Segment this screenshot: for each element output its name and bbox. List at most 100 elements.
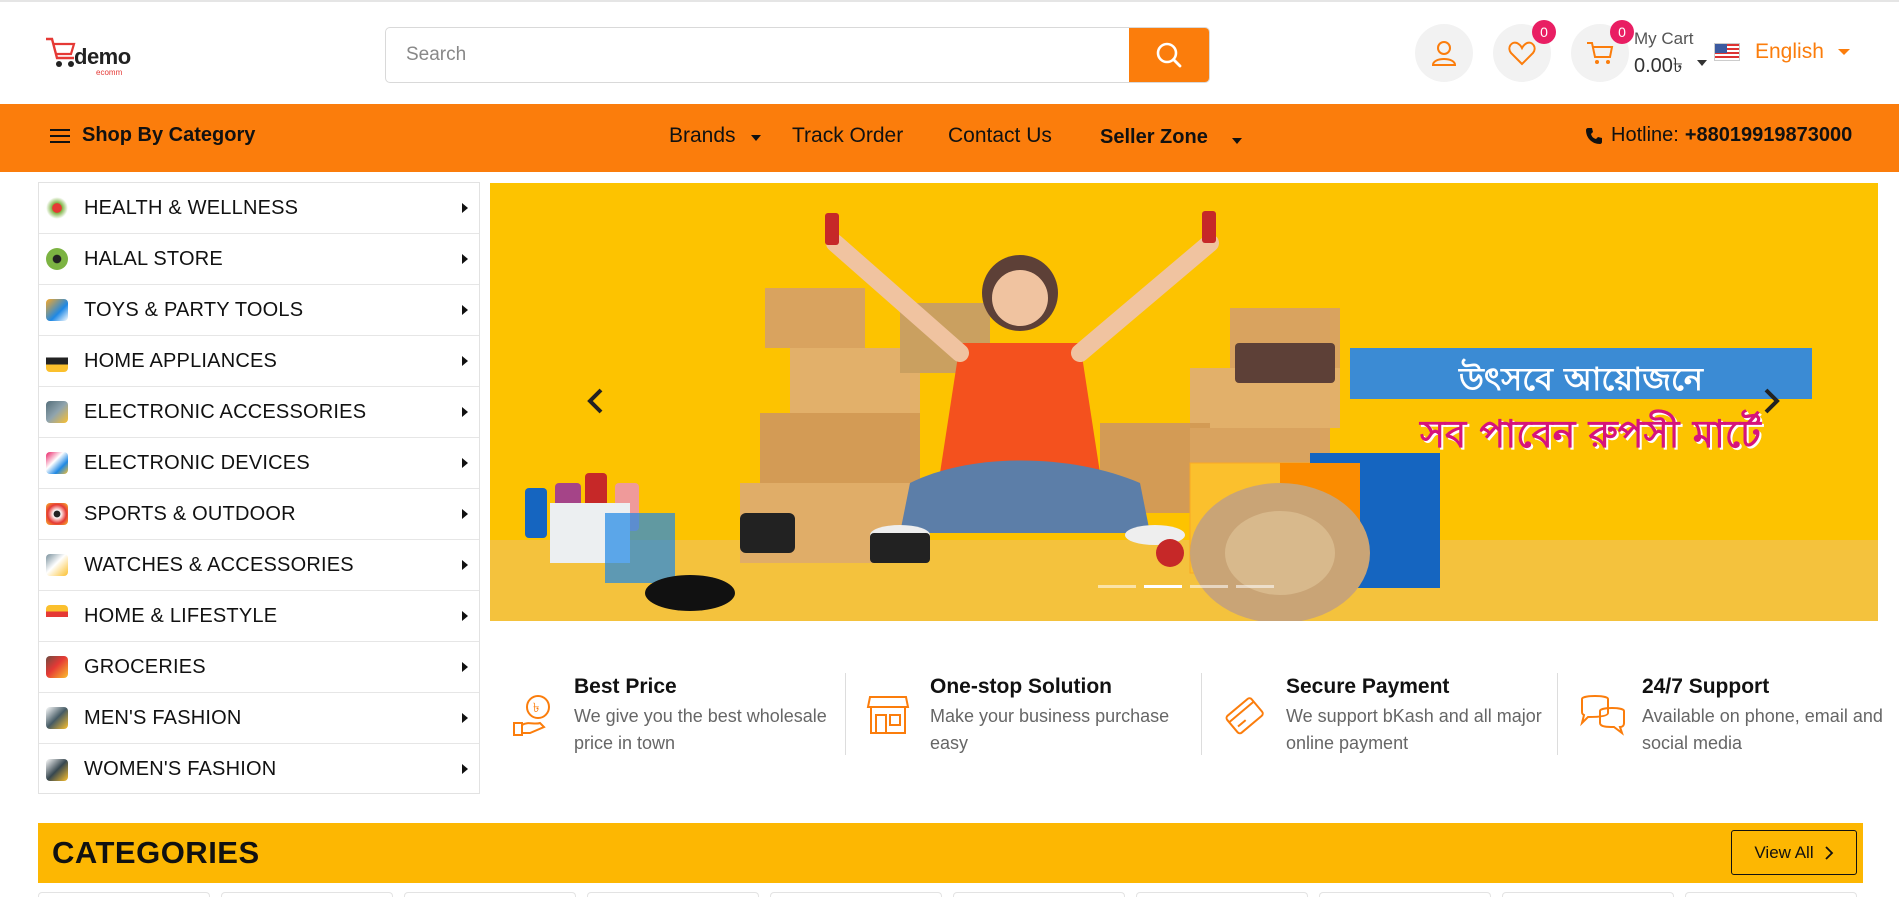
sidebar-item-label: HALAL STORE	[84, 247, 223, 270]
search-button[interactable]	[1129, 28, 1209, 82]
sidebar-item-label: SPORTS & OUTDOOR	[84, 502, 296, 525]
carousel-dot-3[interactable]	[1190, 585, 1228, 588]
category-card[interactable]	[1502, 892, 1674, 897]
banner-headline-box: উৎসবে আয়োজনে	[1350, 348, 1812, 399]
svg-text:৳: ৳	[533, 701, 539, 716]
cart-summary[interactable]: My Cart 0.00৳	[1634, 29, 1694, 84]
cart-icon	[1587, 42, 1614, 64]
cart-count-badge: 0	[1610, 20, 1634, 44]
hamburger-icon	[50, 128, 70, 143]
sidebar-item-label: WATCHES & ACCESSORIES	[84, 553, 354, 576]
feature-title: Secure Payment	[1286, 675, 1450, 698]
view-all-button[interactable]: View All	[1731, 830, 1857, 875]
nav-track-order[interactable]: Track Order	[792, 124, 903, 148]
feature-title: 24/7 Support	[1642, 675, 1770, 698]
feature-secure-payment: Secure Payment We support bKash and all …	[1202, 665, 1558, 755]
sidebar-item-sports-outdoor[interactable]: SPORTS & OUTDOOR	[39, 489, 479, 540]
cart-dropdown-caret[interactable]	[1697, 60, 1707, 66]
carousel-dot-1[interactable]	[1098, 585, 1136, 588]
chevron-right-icon	[462, 662, 468, 672]
nav-seller-zone[interactable]: Seller Zone	[1100, 126, 1208, 149]
category-card[interactable]	[404, 892, 576, 897]
category-card[interactable]	[1319, 892, 1491, 897]
site-logo[interactable]: demo ecomm	[44, 34, 144, 77]
sidebar-item-label: GROCERIES	[84, 655, 206, 678]
category-card[interactable]	[1136, 892, 1308, 897]
sidebar-item-label: HEALTH & WELLNESS	[84, 196, 299, 219]
carousel-prev-button[interactable]	[585, 388, 607, 419]
search-bar	[385, 27, 1210, 83]
category-card[interactable]	[953, 892, 1125, 897]
chevron-right-icon	[1824, 845, 1833, 860]
heart-icon	[1508, 41, 1536, 66]
hero-banner[interactable]: উৎসবে আয়োজনে সব পাবেন রুপসী মার্টে	[490, 183, 1878, 621]
categories-title: CATEGORIES	[52, 835, 260, 870]
feature-description: We support bKash and all major online pa…	[1286, 706, 1542, 753]
groceries-icon	[46, 656, 68, 678]
user-icon	[1431, 41, 1457, 66]
devices-icon	[46, 452, 68, 474]
chevron-right-icon	[462, 407, 468, 417]
sidebar-item-electronic-accessories[interactable]: ELECTRONIC ACCESSORIES	[39, 387, 479, 438]
chevron-right-icon	[462, 611, 468, 621]
toys-icon	[46, 299, 68, 321]
banner-headline: উৎসবে আয়োজনে	[1459, 360, 1703, 398]
shop-by-category-button[interactable]: Shop By Category	[50, 124, 255, 147]
chat-icon	[1580, 695, 1625, 736]
feature-support: 24/7 Support Available on phone, email a…	[1558, 665, 1899, 755]
cart-amount: 0.00৳	[1634, 55, 1683, 77]
category-card[interactable]	[770, 892, 942, 897]
hotline-number[interactable]: +88019919873000	[1685, 124, 1852, 147]
language-selector[interactable]: English	[1714, 40, 1850, 64]
category-card[interactable]	[587, 892, 759, 897]
carousel-next-button[interactable]	[1760, 388, 1782, 419]
categories-header: CATEGORIES View All	[38, 823, 1863, 883]
sidebar-item-halal-store[interactable]: HALAL STORE	[39, 234, 479, 285]
feature-title: Best Price	[574, 675, 677, 698]
banner-subheadline: সব পাবেন রুপসী মার্টে	[1420, 412, 1761, 456]
sidebar-item-home-lifestyle[interactable]: HOME & LIFESTYLE	[39, 591, 479, 642]
chevron-right-icon	[462, 254, 468, 264]
chevron-right-icon	[462, 713, 468, 723]
womens-fashion-icon	[46, 758, 68, 781]
appliance-icon	[46, 350, 68, 372]
feature-title: One-stop Solution	[930, 675, 1112, 698]
category-card[interactable]	[1685, 892, 1857, 897]
hotline: Hotline: +88019919873000	[1585, 124, 1852, 147]
home-icon	[46, 605, 68, 627]
category-card[interactable]	[38, 892, 210, 897]
feature-description: We give you the best wholesale price in …	[574, 706, 827, 753]
carousel-dot-2[interactable]	[1144, 585, 1182, 588]
sports-icon	[46, 503, 68, 525]
sidebar-item-mens-fashion[interactable]: MEN'S FASHION	[39, 693, 479, 744]
nav-contact-us[interactable]: Contact Us	[948, 124, 1052, 148]
sidebar-item-home-appliances[interactable]: HOME APPLIANCES	[39, 336, 479, 387]
carousel-indicators	[1098, 585, 1274, 588]
sidebar-item-toys-party[interactable]: TOYS & PARTY TOOLS	[39, 285, 479, 336]
category-sidebar: HEALTH & WELLNESS HALAL STORE TOYS & PAR…	[38, 182, 480, 794]
logo-word: demo	[74, 44, 131, 69]
brands-caret-icon[interactable]	[751, 135, 761, 141]
sidebar-item-womens-fashion[interactable]: WOMEN'S FASHION	[39, 744, 479, 795]
halal-icon	[46, 248, 68, 270]
search-input[interactable]	[386, 28, 1131, 82]
feature-one-stop: One-stop Solution Make your business pur…	[846, 665, 1202, 755]
main-navbar: Shop By Category Brands Track Order Cont…	[0, 104, 1899, 172]
category-card[interactable]	[221, 892, 393, 897]
cart-label: My Cart	[1634, 29, 1694, 48]
wishlist-count-badge: 0	[1532, 20, 1556, 44]
phone-icon	[1586, 127, 1602, 144]
logo-subtext: ecomm	[96, 68, 123, 77]
sidebar-item-electronic-devices[interactable]: ELECTRONIC DEVICES	[39, 438, 479, 489]
sidebar-item-groceries[interactable]: GROCERIES	[39, 642, 479, 693]
sidebar-item-label: ELECTRONIC DEVICES	[84, 451, 310, 474]
seller-zone-caret-icon[interactable]	[1232, 138, 1242, 144]
health-icon	[46, 197, 68, 219]
account-button[interactable]	[1415, 24, 1473, 82]
nav-brands[interactable]: Brands	[669, 124, 736, 148]
sidebar-item-watches-accessories[interactable]: WATCHES & ACCESSORIES	[39, 540, 479, 591]
sidebar-item-health-wellness[interactable]: HEALTH & WELLNESS	[39, 183, 479, 234]
carousel-dot-4[interactable]	[1236, 585, 1274, 588]
chevron-right-icon	[462, 764, 468, 774]
card-icon	[1225, 697, 1264, 735]
